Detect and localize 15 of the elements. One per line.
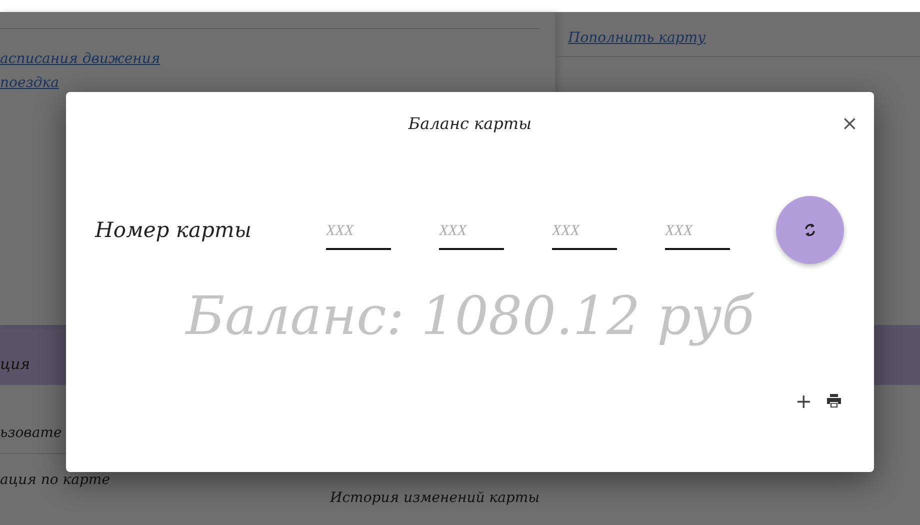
refresh-icon bbox=[803, 222, 817, 238]
close-button[interactable]: × bbox=[835, 110, 864, 136]
balance-text: Баланс: 1080.12 руб bbox=[184, 286, 756, 347]
page-link[interactable]: поездка bbox=[0, 75, 59, 91]
page-text: История изменений карты bbox=[330, 490, 540, 506]
page-text: ация по карте bbox=[0, 472, 110, 488]
card-number-label: Номер карты bbox=[95, 218, 252, 242]
printer-icon bbox=[826, 394, 842, 408]
print-button[interactable] bbox=[824, 392, 844, 410]
dialog-title: Баланс карты bbox=[408, 114, 532, 132]
page-link[interactable]: асписания движения bbox=[0, 51, 160, 67]
add-button[interactable]: + bbox=[791, 389, 816, 413]
section-title: ция bbox=[0, 355, 30, 373]
page-text: ьзовате bbox=[0, 425, 62, 441]
page-link[interactable]: Пополнить карту bbox=[568, 30, 706, 46]
